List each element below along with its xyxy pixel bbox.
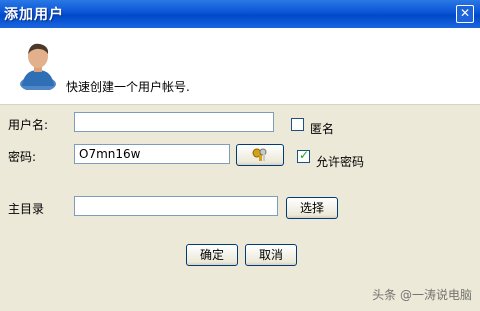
home-dir-input[interactable] [74, 196, 278, 216]
close-icon[interactable]: ✕ [456, 5, 474, 23]
dialog-header: 快速创建一个用户帐号. [0, 28, 480, 105]
allow-password-checkbox[interactable]: ✓ [297, 148, 310, 163]
cancel-button[interactable]: 取消 [245, 244, 297, 266]
username-label: 用户名: [8, 118, 49, 132]
dialog-title: 添加用户 [4, 7, 64, 23]
anonymous-checkbox[interactable] [291, 118, 304, 131]
ok-button[interactable]: 确定 [186, 244, 238, 266]
checkmark-icon: ✓ [299, 148, 310, 162]
anonymous-label: 匿名 [310, 122, 335, 136]
generate-password-button[interactable] [236, 144, 284, 166]
user-avatar-icon [20, 43, 56, 90]
keys-icon [252, 148, 267, 161]
home-dir-label: 主目录 [8, 202, 45, 216]
add-user-dialog: 添加用户 ✕ 快速创建一个用户帐号. 用户名: 匿名 密码: ✓ 允许密码 主目… [0, 0, 480, 311]
title-bar: 添加用户 ✕ [0, 0, 480, 28]
password-label: 密码: [8, 150, 37, 164]
browse-button[interactable]: 选择 [286, 197, 338, 219]
username-input[interactable] [74, 112, 274, 132]
header-description: 快速创建一个用户帐号. [66, 80, 190, 94]
allow-password-label: 允许密码 [316, 155, 365, 169]
password-input[interactable] [74, 144, 230, 164]
watermark: 头条 @一涛说电脑 [372, 288, 472, 302]
